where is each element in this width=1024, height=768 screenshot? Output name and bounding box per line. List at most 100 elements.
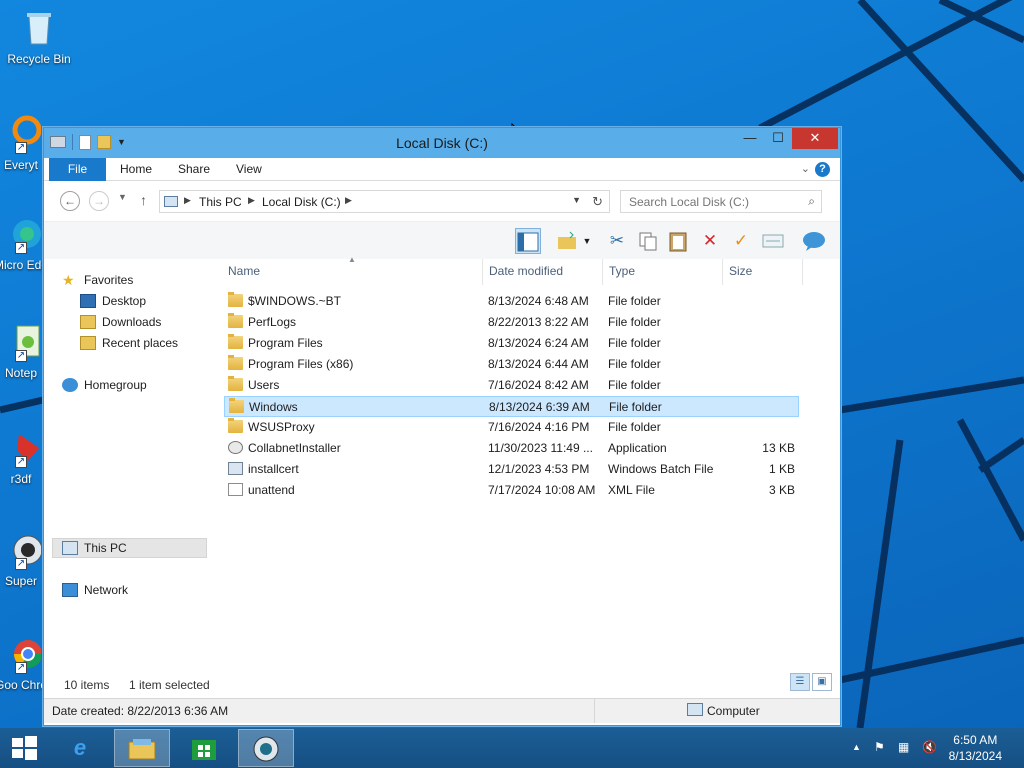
computer-icon (164, 196, 178, 207)
network-tray-icon[interactable]: ▦ (898, 740, 909, 754)
file-date-modified: 12/1/2023 4:53 PM (488, 462, 590, 476)
table-row[interactable]: Windows 8/13/2024 6:39 AM File folder (224, 396, 799, 417)
folder-icon (228, 376, 243, 391)
rename-icon[interactable]: ✓ (728, 228, 754, 254)
app-icon (253, 736, 279, 762)
file-name: Program Files (x86) (248, 357, 354, 371)
new-folder-icon[interactable] (554, 228, 580, 254)
refresh-icon[interactable]: ↻ (592, 194, 603, 210)
item-count: 10 items (64, 678, 110, 692)
forward-button[interactable]: → (89, 191, 109, 211)
nav-item-this-pc[interactable]: This PC (62, 539, 127, 557)
downloads-icon (80, 315, 96, 329)
delete-icon[interactable]: ✕ (697, 228, 723, 254)
large-icons-view-icon[interactable]: ▣ (812, 673, 832, 691)
breadcrumb-local-disk[interactable]: Local Disk (C:) (262, 195, 341, 209)
nav-item-homegroup[interactable]: Homegroup (62, 376, 147, 394)
tab-share[interactable]: Share (164, 158, 224, 181)
desktop-icon-recycle-bin[interactable]: Recycle Bin (2, 8, 76, 66)
expand-ribbon-icon[interactable]: ⌄ (801, 162, 810, 175)
nav-item-downloads[interactable]: Downloads (80, 313, 161, 331)
nav-item-favorites[interactable]: ★ Favorites (62, 271, 133, 289)
paste-icon[interactable] (665, 228, 691, 254)
close-button[interactable]: ✕ (792, 128, 838, 149)
title-bar[interactable]: ▼ Local Disk (C:) — ☐ ✕ (44, 128, 840, 158)
action-center-flag-icon[interactable]: ⚑ (874, 740, 885, 754)
up-button[interactable]: ↑ (140, 192, 147, 208)
taskbar-store[interactable] (176, 729, 232, 767)
column-name[interactable]: Name (228, 264, 260, 278)
back-button[interactable]: ← (60, 191, 80, 211)
clock[interactable]: 6:50 AM 8/13/2024 (949, 732, 1002, 764)
address-bar[interactable]: ▶ This PC ▶ Local Disk (C:) ▶ ▼ ↻ (159, 190, 610, 213)
breadcrumb-this-pc[interactable]: This PC (199, 195, 242, 209)
search-input[interactable] (621, 191, 791, 212)
table-row[interactable]: CollabnetInstaller 11/30/2023 11:49 ... Ap… (224, 438, 799, 459)
details-view-icon[interactable]: ☰ (790, 673, 810, 691)
breadcrumb-separator-icon[interactable]: ▶ (345, 195, 352, 206)
file-type: File folder (608, 420, 661, 434)
file-name: Users (248, 378, 280, 392)
tab-view[interactable]: View (222, 158, 276, 181)
taskbar-file-explorer[interactable] (114, 729, 170, 767)
column-date-modified[interactable]: Date modified (489, 264, 563, 278)
file-type: File folder (608, 294, 661, 308)
folder-icon (228, 292, 243, 307)
maximize-button[interactable]: ☐ (764, 128, 792, 149)
show-hidden-icons-icon[interactable]: ▲ (852, 742, 861, 752)
file-size: 13 KB (762, 441, 795, 455)
properties-icon[interactable] (760, 228, 786, 254)
file-name: Program Files (248, 336, 323, 350)
file-type: Application (608, 441, 667, 455)
table-row[interactable]: unattend 7/17/2024 10:08 AM XML File 3 KB (224, 480, 799, 501)
volume-muted-icon[interactable]: 🔇 (922, 740, 937, 754)
chrome-icon: ↗ (1, 634, 42, 674)
computer-icon (62, 541, 78, 555)
nav-item-network[interactable]: Network (62, 581, 128, 599)
column-type[interactable]: Type (609, 264, 635, 278)
windows-logo-icon (12, 736, 37, 760)
search-box[interactable]: ⌕ (620, 190, 822, 213)
selection-count: 1 item selected (129, 678, 210, 692)
desktop-icon (80, 294, 96, 308)
table-row[interactable]: Users 7/16/2024 8:42 AM File folder (224, 375, 799, 396)
table-row[interactable]: $WINDOWS.~BT 8/13/2024 6:48 AM File folder (224, 291, 799, 312)
status-bar: 10 items 1 item selected ☰ ▣ (44, 671, 840, 695)
table-row[interactable]: Program Files 8/13/2024 6:24 AM File folde… (224, 333, 799, 354)
table-row[interactable]: PerfLogs 8/22/2013 8:22 AM File folder (224, 312, 799, 333)
copy-icon[interactable] (635, 228, 661, 254)
ribbon-tabs: File Home Share View ⌄ ? (44, 158, 840, 181)
nav-item-desktop[interactable]: Desktop (80, 292, 146, 310)
batch-file-icon (228, 462, 243, 475)
tab-file[interactable]: File (49, 158, 106, 181)
file-explorer-icon (128, 739, 156, 760)
tab-home[interactable]: Home (106, 158, 166, 181)
sort-ascending-icon: ▲ (348, 255, 356, 264)
taskbar-internet-explorer[interactable]: e (52, 729, 108, 767)
help-icon[interactable]: ? (815, 162, 830, 177)
new-item-dropdown-icon[interactable]: ▼ (580, 228, 594, 254)
explorer-body: ★ Favorites Desktop Downloads Recent pla… (44, 255, 840, 694)
everything-search-icon: ↗ (1, 114, 42, 154)
custom-toolbar: ▼ ✂ ✕ ✓ (44, 221, 840, 259)
help-bubble-icon[interactable] (801, 228, 827, 254)
cut-icon[interactable]: ✂ (604, 228, 630, 254)
minimize-button[interactable]: — (736, 128, 764, 149)
store-icon (192, 740, 216, 760)
taskbar-app[interactable] (238, 729, 294, 767)
address-dropdown-icon[interactable]: ▼ (572, 195, 581, 205)
file-name: CollabnetInstaller (248, 441, 341, 455)
search-icon[interactable]: ⌕ (808, 194, 815, 209)
table-row[interactable]: installcert 12/1/2023 4:53 PM Windows Batc… (224, 459, 799, 480)
edge-icon: ↗ (1, 214, 41, 254)
explorer-window: ▼ Local Disk (C:) — ☐ ✕ File Home Share … (43, 127, 841, 726)
nav-item-recent-places[interactable]: Recent places (80, 334, 178, 352)
date-created-text: Date created: 8/22/2013 6:36 AM (52, 704, 229, 718)
preview-pane-icon[interactable] (515, 228, 541, 254)
table-row[interactable]: WSUSProxy 7/16/2024 4:16 PM File folder (224, 417, 799, 438)
column-size[interactable]: Size (729, 264, 752, 278)
start-button[interactable] (0, 729, 48, 767)
file-name: WSUSProxy (248, 420, 315, 434)
table-row[interactable]: Program Files (x86) 8/13/2024 6:44 AM File… (224, 354, 799, 375)
recent-locations-icon[interactable]: ▼ (118, 192, 127, 202)
